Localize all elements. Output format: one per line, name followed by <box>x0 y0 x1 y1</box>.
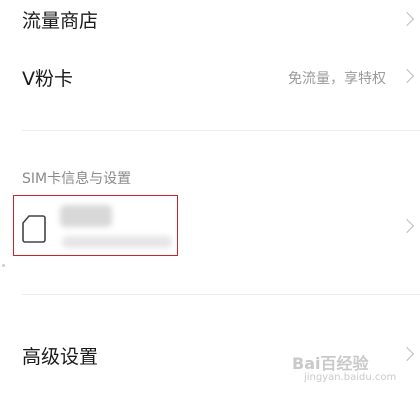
watermark-url: jingyan.baidu.com <box>304 372 397 383</box>
menu-item-label: V粉卡 <box>22 68 73 90</box>
sim-card-icon <box>22 215 46 243</box>
baidu-jingyan-watermark: Bai百经验 jingyan.baidu.com <box>288 344 408 392</box>
menu-item-subtitle: 免流量，享特权 <box>288 71 386 87</box>
menu-item-v-fan-card[interactable]: V粉卡 免流量，享特权 <box>0 52 420 100</box>
divider <box>22 294 420 295</box>
menu-item-traffic-store[interactable]: 流量商店 <box>0 0 420 40</box>
redacted-sim-number <box>62 236 172 248</box>
watermark-brand: Bai百经验 <box>292 354 369 373</box>
divider <box>22 130 420 131</box>
chevron-right-icon <box>399 218 415 234</box>
chevron-right-icon <box>399 11 415 27</box>
redacted-sim-name <box>60 205 112 227</box>
section-header-sim: SIM卡信息与设置 <box>22 171 132 187</box>
decorative-dot <box>2 264 5 267</box>
menu-item-label: 流量商店 <box>22 10 99 32</box>
chevron-right-icon <box>399 68 415 84</box>
menu-item-label: 高级设置 <box>22 346 99 368</box>
